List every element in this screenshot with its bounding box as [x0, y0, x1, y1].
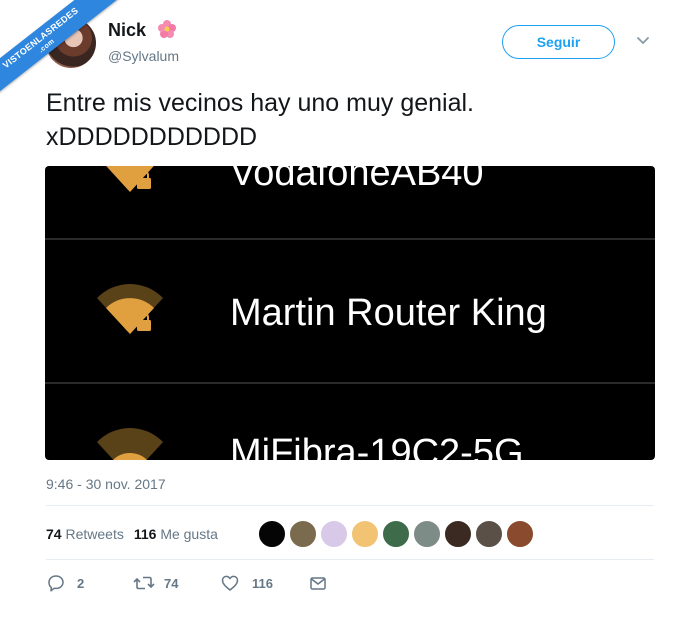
hibiscus-icon: [158, 20, 176, 38]
tweet-actions: 2 74 116: [0, 572, 700, 596]
retweet-count: 74: [164, 576, 179, 591]
watermark-text: VISTOENLASREDES: [0, 5, 81, 71]
row-divider: [45, 238, 655, 240]
direct-message-icon[interactable]: [309, 574, 327, 592]
liker-avatar[interactable]: [351, 520, 379, 548]
row-divider: [45, 382, 655, 384]
tweet-image[interactable]: VodafoneAB40 Martin Router King MiFibra-…: [45, 166, 655, 460]
liker-avatar[interactable]: [413, 520, 441, 548]
likes-count: 116: [133, 526, 157, 542]
liker-avatar[interactable]: [444, 520, 472, 548]
network-name: MiFibra-19C2-5G: [230, 432, 524, 460]
network-name: Martin Router King: [230, 292, 547, 334]
liker-avatar[interactable]: [506, 520, 534, 548]
liker-avatar[interactable]: [258, 520, 286, 548]
liker-avatar[interactable]: [475, 520, 503, 548]
chevron-down-icon[interactable]: [636, 36, 650, 46]
retweet-icon[interactable]: [133, 574, 155, 592]
tweet-timestamp[interactable]: 9:46 - 30 nov. 2017: [46, 476, 166, 492]
follow-button[interactable]: Seguir: [502, 25, 615, 59]
likes-stat[interactable]: 116 Me gusta: [134, 526, 218, 542]
divider: [46, 505, 654, 506]
like-count: 116: [252, 576, 273, 591]
liker-avatar[interactable]: [289, 520, 317, 548]
tweet-text-line: xDDDDDDDDDDD: [46, 123, 258, 151]
wifi-locked-icon: [97, 428, 163, 460]
heart-icon[interactable]: [221, 574, 239, 592]
tweet-card: VISTOENLASREDES .com Nick @Sylvalum Segu…: [0, 0, 700, 629]
wifi-locked-icon: [97, 284, 163, 334]
reply-count: 2: [77, 576, 85, 591]
retweets-stat[interactable]: 74 Retweets: [46, 526, 124, 542]
engagement-stats: 74 Retweets 116 Me gusta: [46, 526, 218, 542]
reply-icon[interactable]: [47, 574, 65, 592]
retweets-count: 74: [46, 526, 62, 542]
wifi-locked-icon: [106, 166, 154, 192]
likes-label: Me gusta: [160, 526, 218, 542]
network-name: VodafoneAB40: [230, 166, 484, 194]
liker-avatar[interactable]: [382, 520, 410, 548]
retweets-label: Retweets: [65, 526, 124, 542]
watermark-ribbon: VISTOENLASREDES .com: [0, 0, 120, 120]
divider: [46, 559, 654, 560]
liker-avatar[interactable]: [320, 520, 348, 548]
